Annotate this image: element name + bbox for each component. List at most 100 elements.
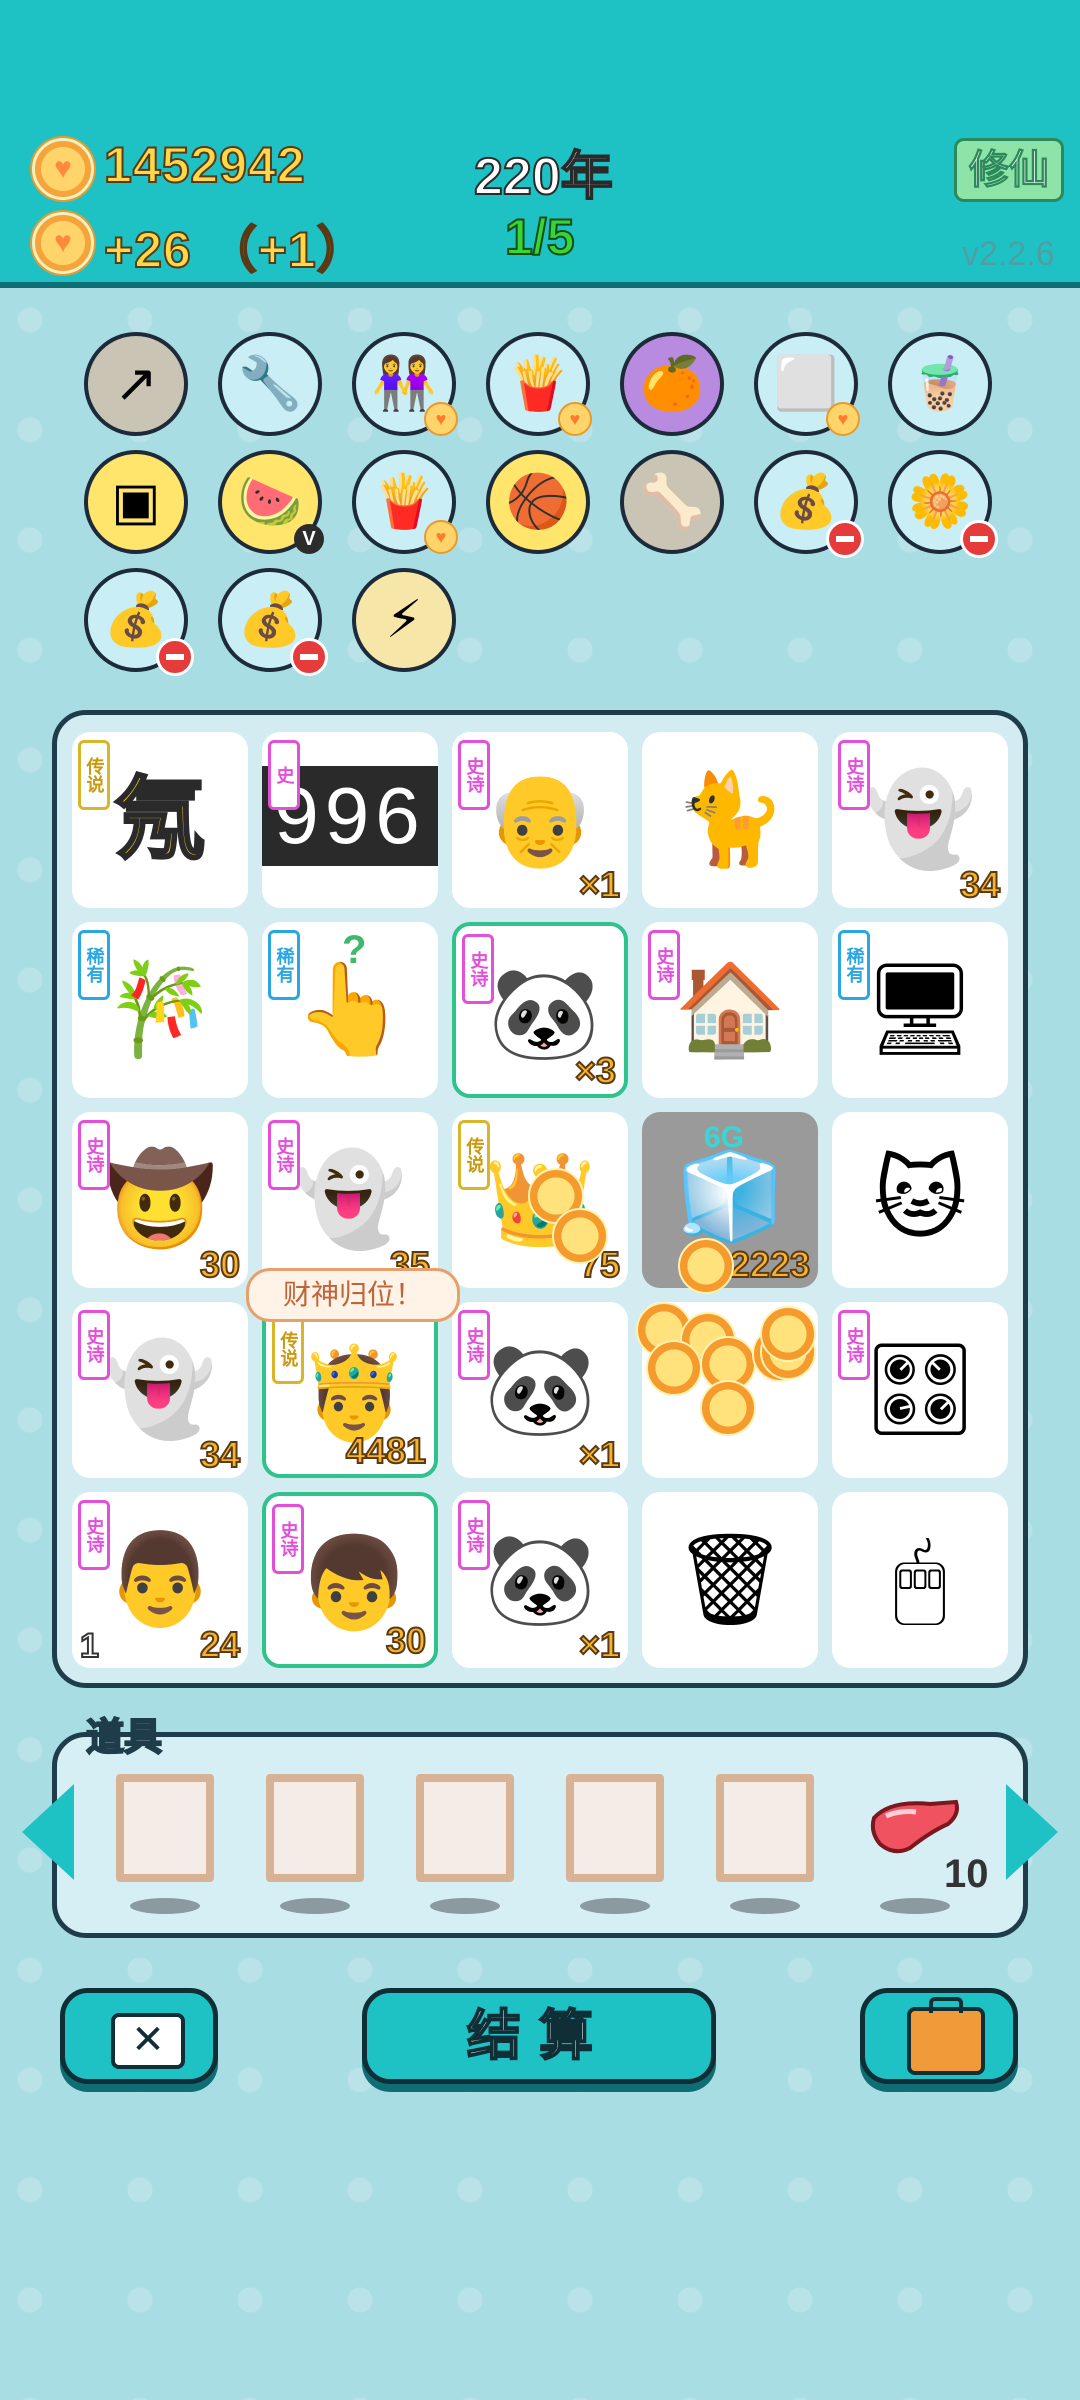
heart-badge-icon: ♥ (826, 402, 860, 436)
cell-count: 30 (199, 1243, 241, 1286)
board-cell[interactable]: 👻 史诗 34 (832, 732, 1008, 908)
minus-badge-icon (156, 638, 194, 676)
flower-pot-icon[interactable]: 🌼 (888, 450, 998, 558)
board-cell[interactable]: 🗑 (642, 1492, 818, 1668)
board-cell[interactable]: 👆? 稀有 (262, 922, 438, 1098)
items-title: 道具 (85, 1716, 163, 1760)
board-cell[interactable]: 🐱 (832, 1112, 1008, 1288)
board-cell[interactable]: 🤴 传说 4481 (262, 1302, 438, 1478)
board-cell[interactable]: 👻 史诗 34 (72, 1302, 248, 1478)
board-cell[interactable]: 996 史 (262, 732, 438, 908)
minus-badge-icon (960, 520, 998, 558)
slot-shadow (880, 1898, 950, 1914)
sugar-cubes-icon[interactable]: ⬜ ♥ (754, 332, 860, 436)
hud-divider (0, 282, 1080, 288)
board-cell[interactable]: 🎛 史诗 (832, 1302, 1008, 1478)
yellow-cat-icon: 🐈 (673, 770, 787, 870)
slot-shadow (430, 1898, 500, 1914)
item-slot[interactable] (266, 1774, 364, 1882)
slot-shadow (130, 1898, 200, 1914)
flying-coin-icon (760, 1306, 816, 1362)
seed-bag-icon[interactable]: 💰 (754, 450, 864, 558)
eyepatch-orange-icon[interactable]: 🍊 (620, 332, 724, 436)
fries-icon[interactable]: 🍟 ♥ (486, 332, 592, 436)
board-cell[interactable]: 🎋 稀有 (72, 922, 248, 1098)
stage-progress: 1/5 (504, 208, 576, 266)
board-cell[interactable]: 👨 史诗 24 1 (72, 1492, 248, 1668)
coin-total: 1452942 (103, 136, 306, 194)
items-next-arrow-icon[interactable] (1006, 1784, 1058, 1880)
calico-cat-icon: 🐱 (873, 1150, 967, 1250)
board-cell[interactable]: 氖传说 (72, 732, 248, 908)
cell-count: 24 (199, 1623, 241, 1666)
board-cell[interactable]: 👻 史诗 35 (262, 1112, 438, 1288)
rarity-tag: 传说 (78, 740, 110, 810)
rarity-tag: 史诗 (458, 1310, 490, 1380)
rarity-tag: 史诗 (272, 1504, 304, 1574)
liver-count: 10 (944, 1852, 989, 1896)
cell-count: 4481 (345, 1429, 427, 1472)
rarity-tag: 史诗 (838, 740, 870, 810)
rarity-tag: 传说 (272, 1314, 304, 1384)
board-cell[interactable]: 🤠 史诗 30 (72, 1112, 248, 1288)
arrow-card-icon[interactable]: ↗ (84, 332, 188, 436)
cell-count: ×1 (578, 1433, 621, 1476)
cell-count: ×1 (578, 863, 621, 906)
board-cell[interactable]: 👦 史诗 30 (262, 1492, 438, 1668)
flying-coin-icon (700, 1380, 756, 1436)
board-cell[interactable]: 🐼 史诗 ×1 (452, 1302, 628, 1478)
heart-badge-icon: ♥ (558, 402, 592, 436)
coin-icon (32, 138, 94, 200)
flying-coin-icon (678, 1238, 734, 1294)
remove-icon: ✕ (111, 2013, 185, 2069)
board-cell[interactable]: 🐈 (642, 732, 818, 908)
item-slot[interactable] (116, 1774, 214, 1882)
board-cell[interactable]: 🖥 稀有 (832, 922, 1008, 1098)
basketballs-icon[interactable]: 🏀 (486, 450, 590, 554)
board-cell[interactable]: 🏠 史诗 (642, 922, 818, 1098)
rarity-tag: 稀有 (78, 930, 110, 1000)
seed-bag-icon[interactable]: 💰 (218, 568, 328, 676)
rarity-tag: 史诗 (78, 1120, 110, 1190)
cultivate-button[interactable]: 修仙 (954, 138, 1064, 202)
version-label: v2.2.6 (962, 235, 1055, 273)
mouse-icon: 🖱 (893, 1530, 947, 1630)
fridge-6g-label: 6G (704, 1121, 745, 1154)
item-slot[interactable] (566, 1774, 664, 1882)
board-cell[interactable]: 🖱 (832, 1492, 1008, 1668)
inventory-button[interactable] (860, 1988, 1018, 2084)
seed-bag-icon[interactable]: 💰 (84, 568, 194, 676)
cell-count-left: 1 (79, 1626, 100, 1666)
heart-badge-icon: ♥ (424, 402, 458, 436)
bubble-tea-icon[interactable]: 🧋 (888, 332, 992, 436)
rarity-tag: 史诗 (648, 930, 680, 1000)
cpu-chip-icon[interactable]: ▣ (84, 450, 188, 554)
cell-count: 34 (959, 863, 1001, 906)
board-cell[interactable]: 🐼 史诗 ×3 (452, 922, 628, 1098)
board-cell[interactable]: 👴 史诗 ×1 (452, 732, 628, 908)
board-cell[interactable]: 🐼 史诗 ×1 (452, 1492, 628, 1668)
rarity-tag: 传说 (458, 1120, 490, 1190)
heart-badge-icon: ♥ (424, 520, 458, 554)
speech-bubble: 财神归位！ (246, 1268, 460, 1322)
cell-count: 2223 (729, 1243, 811, 1286)
fries-icon[interactable]: 🍟 ♥ (352, 450, 458, 554)
dog-bowl-icon[interactable]: 🦴 (620, 450, 724, 554)
lightning-icon[interactable]: ⚡ (352, 568, 456, 672)
fruit-basket-icon[interactable]: 🍉 V (218, 450, 324, 554)
minus-badge-icon (826, 520, 864, 558)
settle-button[interactable]: 结算 (362, 1988, 716, 2084)
slot-shadow (730, 1898, 800, 1914)
item-slot[interactable] (416, 1774, 514, 1882)
rarity-tag: 史 (268, 740, 300, 810)
settle-label: 结算 (466, 2005, 611, 2067)
flying-coin-icon (552, 1208, 608, 1264)
remove-button[interactable]: ✕ (60, 1988, 218, 2084)
two-girls-icon[interactable]: 👭 ♥ (352, 332, 458, 436)
cell-count: ×1 (578, 1623, 621, 1666)
year-counter: 220年 (473, 147, 614, 207)
item-slot[interactable] (716, 1774, 814, 1882)
shield-wrench-icon[interactable]: 🔧 (218, 332, 322, 436)
rarity-tag: 稀有 (268, 930, 300, 1000)
items-prev-arrow-icon[interactable] (22, 1784, 74, 1880)
